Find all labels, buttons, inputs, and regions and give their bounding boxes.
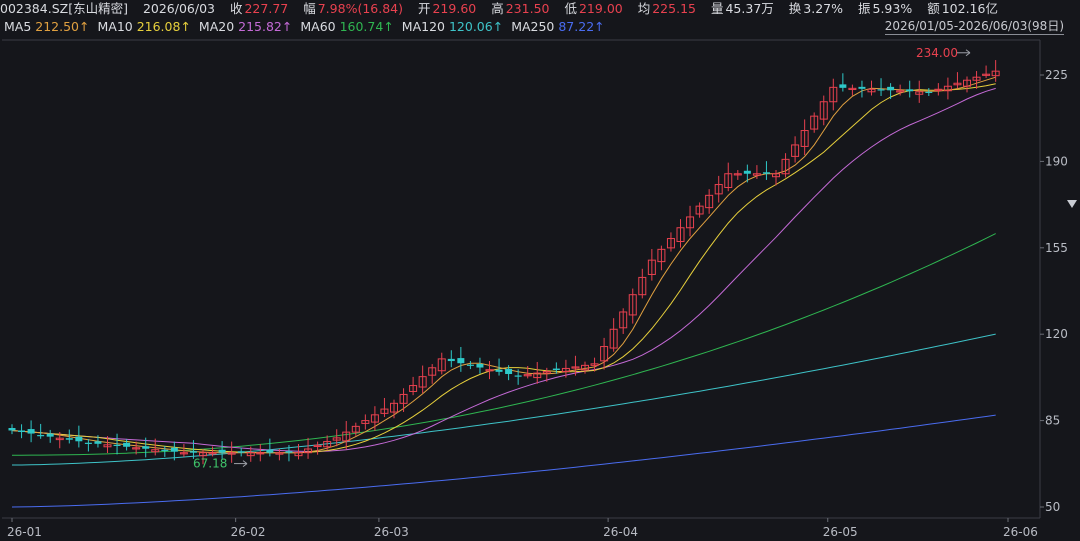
candle-body-down — [858, 86, 866, 89]
candle-body-down — [266, 449, 274, 453]
candle-body-down — [877, 89, 885, 91]
candle-body-down — [46, 433, 54, 437]
candle-body-down — [476, 363, 484, 368]
y-tick-label: 50 — [1045, 500, 1060, 514]
candle-body-down — [762, 172, 770, 174]
ma20-line — [11, 87, 996, 453]
candle-body-down — [925, 91, 933, 93]
x-tick-label: 26-05 — [823, 525, 858, 539]
x-tick-label: 26-01 — [7, 525, 42, 539]
candlestick-chart[interactable]: 225 190 155 120 85 50 26-01 26-02 26-03 26-04 26-0… — [0, 0, 1080, 541]
candle-body-down — [189, 451, 197, 453]
candle-body-down — [37, 435, 45, 437]
candle-body-down — [142, 446, 150, 449]
candle-body-down — [495, 369, 503, 372]
candle-body-down — [170, 447, 178, 452]
candle-body-down — [906, 89, 914, 92]
candle-body-down — [887, 86, 895, 91]
y-tick-label: 225 — [1045, 68, 1068, 82]
y-tick-label: 85 — [1045, 414, 1060, 428]
candle-body-down — [839, 84, 847, 88]
y-tick-label: 155 — [1045, 241, 1068, 255]
candle-body-down — [161, 449, 169, 451]
candle-body-down — [552, 368, 560, 370]
candle-body-down — [466, 364, 474, 366]
x-tick-label: 26-02 — [231, 525, 266, 539]
candle-body-down — [84, 442, 92, 444]
candle-body-down — [743, 170, 751, 174]
candle-body-down — [514, 375, 522, 377]
x-tick-label: 26-06 — [1003, 525, 1038, 539]
x-tick-label: 26-03 — [374, 525, 409, 539]
candle-body-down — [18, 430, 26, 433]
candle-body-down — [505, 368, 513, 375]
candle-body-down — [8, 428, 16, 431]
candle-body-down — [447, 358, 455, 362]
ma250-line — [11, 414, 996, 508]
x-tick-label: 26-04 — [603, 525, 638, 539]
candle-body-down — [65, 438, 73, 440]
candle-body-down — [123, 442, 131, 447]
candle-body-down — [285, 451, 293, 453]
price-annotation: 67.18 — [193, 457, 227, 471]
candle-body-down — [113, 444, 121, 446]
candle-body-down — [75, 436, 83, 442]
ma5-line — [11, 76, 996, 454]
candle-body-down — [27, 429, 35, 434]
y-tick-label: 190 — [1045, 154, 1068, 168]
candle-body-down — [457, 358, 465, 364]
ma10-line — [11, 83, 996, 454]
candle-body-down — [218, 449, 226, 453]
candle-body-down — [94, 441, 102, 444]
price-annotation: 234.00 — [916, 46, 958, 60]
candle-body-down — [237, 451, 245, 453]
y-tick-label: 120 — [1045, 327, 1068, 341]
